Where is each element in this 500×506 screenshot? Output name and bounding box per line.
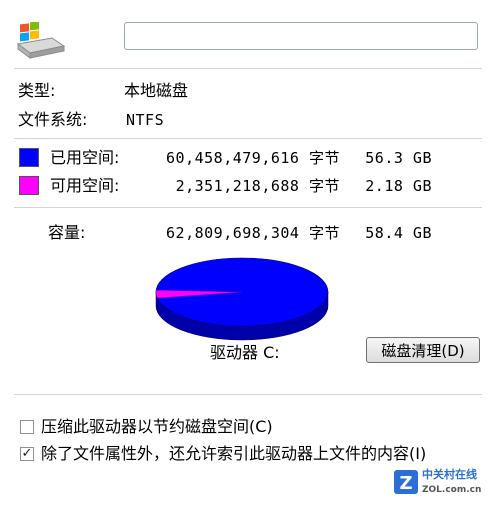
capacity-label: 容量: [48, 223, 86, 242]
free-space-bytes: 2,351,218,688 字节 [175, 177, 340, 195]
watermark-site-cn: 中关村在线 [422, 467, 477, 481]
compress-label[interactable]: 压缩此驱动器以节约磁盘空间(C) [41, 417, 273, 437]
watermark-site-url: ZOL.com.cn [422, 485, 481, 495]
zol-watermark: Z 中关村在线 ZOL.com.cn [394, 467, 481, 495]
index-label[interactable]: 除了文件属性外，还允许索引此驱动器上文件的内容(I) [41, 444, 426, 464]
used-space-size: 56.3 GB [365, 149, 432, 167]
capacity-bytes: 62,809,698,304 字节 [166, 224, 340, 242]
capacity-size: 58.4 GB [365, 224, 432, 242]
file-system-label: 文件系统: [18, 110, 88, 129]
compress-checkbox[interactable] [20, 420, 34, 434]
drive-name-input[interactable] [124, 22, 478, 50]
type-label: 类型: [18, 81, 56, 100]
free-space-swatch [19, 176, 39, 195]
divider-middle [14, 138, 482, 139]
used-space-bytes: 60,458,479,616 字节 [166, 149, 340, 167]
disk-usage-pie [155, 257, 329, 341]
watermark-logo-text: Z [399, 473, 412, 494]
type-value: 本地磁盘 [124, 81, 189, 100]
used-space-label: 已用空间: [50, 148, 120, 167]
divider-bottom [14, 394, 482, 395]
divider-top [14, 68, 482, 69]
index-checkbox[interactable]: ✓ [20, 447, 34, 461]
divider-capacity [14, 207, 482, 208]
file-system-value: NTFS [126, 111, 165, 129]
free-space-size: 2.18 GB [365, 177, 432, 195]
disk-cleanup-button[interactable]: 磁盘清理(D) [366, 337, 480, 363]
free-space-label: 可用空间: [50, 176, 120, 195]
drive-label: 驱动器 C: [210, 343, 280, 362]
drive-icon [16, 22, 66, 59]
used-space-swatch [19, 148, 39, 167]
